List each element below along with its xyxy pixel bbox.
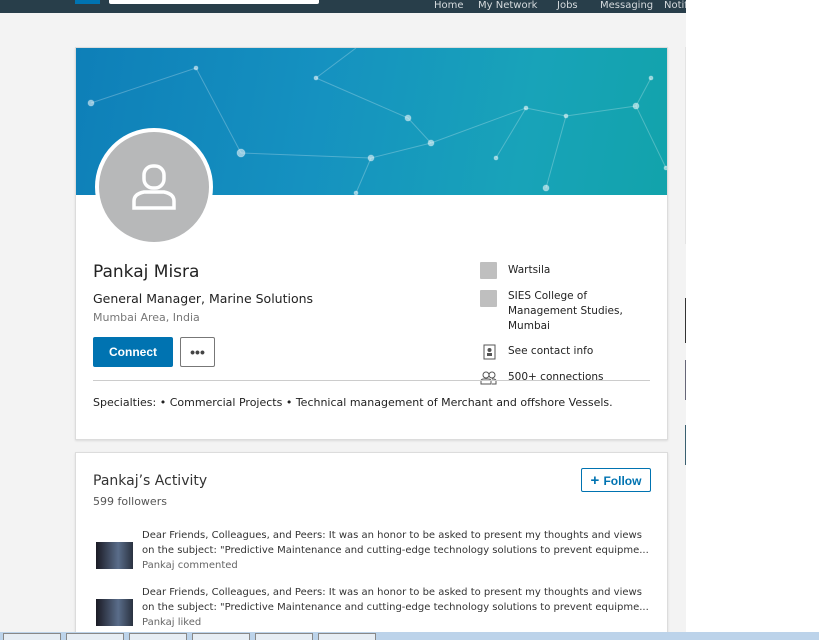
school-icon: [480, 290, 497, 307]
activity-title: Pankaj’s Activity: [93, 473, 208, 489]
profile-name: Pankaj Misra: [93, 262, 200, 282]
activity-card: Pankaj’s Activity 599 followers + Follow…: [75, 452, 668, 632]
activity-text: Dear Friends, Colleagues, and Peers: It …: [142, 530, 642, 541]
profile-card: Pankaj Misra General Manager, Marine Sol…: [75, 47, 668, 440]
taskbar-button[interactable]: [192, 633, 250, 640]
linkedin-logo[interactable]: [75, 0, 100, 4]
page: Home My Network Jobs Messaging Notifi: [0, 0, 686, 632]
divider: [93, 380, 650, 381]
top-nav-bar: Home My Network Jobs Messaging Notifi: [0, 0, 686, 13]
search-input[interactable]: [109, 0, 319, 4]
taskbar-button[interactable]: [255, 633, 313, 640]
right-rail-card-edge: [685, 47, 686, 244]
right-rail-edge: [685, 360, 686, 400]
followers-count: 599 followers: [93, 495, 167, 508]
profile-specialties: Specialties: • Commercial Projects • Tec…: [93, 396, 613, 409]
activity-action: Pankaj liked: [142, 617, 202, 628]
activity-text: on the subject: "Predictive Maintenance …: [142, 545, 649, 556]
nav-home[interactable]: Home: [434, 0, 464, 12]
profile-avatar[interactable]: [95, 128, 213, 246]
nav-my-network[interactable]: My Network: [478, 0, 537, 12]
profile-summary-list: Wartsila SIES College of Management Stud…: [480, 262, 653, 395]
current-company[interactable]: Wartsila: [480, 262, 653, 279]
connect-button[interactable]: Connect: [93, 337, 173, 367]
person-icon: [132, 164, 176, 210]
activity-thumbnail: [96, 542, 133, 569]
connections-count[interactable]: 500+ connections: [480, 369, 653, 386]
activity-text: Dear Friends, Colleagues, and Peers: It …: [142, 587, 642, 598]
plus-icon: +: [590, 471, 604, 489]
follow-button[interactable]: + Follow: [581, 468, 651, 492]
taskbar-button[interactable]: [66, 633, 124, 640]
nav-jobs[interactable]: Jobs: [557, 0, 578, 12]
right-rail-edge: [685, 298, 686, 343]
taskbar-button[interactable]: [318, 633, 376, 640]
company-icon: [480, 262, 497, 279]
people-icon: [480, 369, 497, 386]
taskbar-button[interactable]: [129, 633, 187, 640]
activity-text: on the subject: "Predictive Maintenance …: [142, 602, 649, 613]
education[interactable]: SIES College of Management Studies, Mumb…: [480, 288, 653, 334]
more-actions-button[interactable]: •••: [180, 337, 215, 367]
profile-headline: General Manager, Marine Solutions: [93, 291, 314, 306]
nav-notifications[interactable]: Notifi: [664, 0, 686, 12]
taskbar-button[interactable]: [3, 633, 61, 640]
profile-location: Mumbai Area, India: [93, 311, 200, 324]
contact-info-link[interactable]: See contact info: [480, 343, 653, 360]
right-rail-edge: [685, 425, 686, 465]
nav-messaging[interactable]: Messaging: [600, 0, 653, 12]
address-book-icon: [480, 343, 497, 360]
activity-thumbnail: [96, 599, 133, 626]
activity-action: Pankaj commented: [142, 560, 238, 571]
